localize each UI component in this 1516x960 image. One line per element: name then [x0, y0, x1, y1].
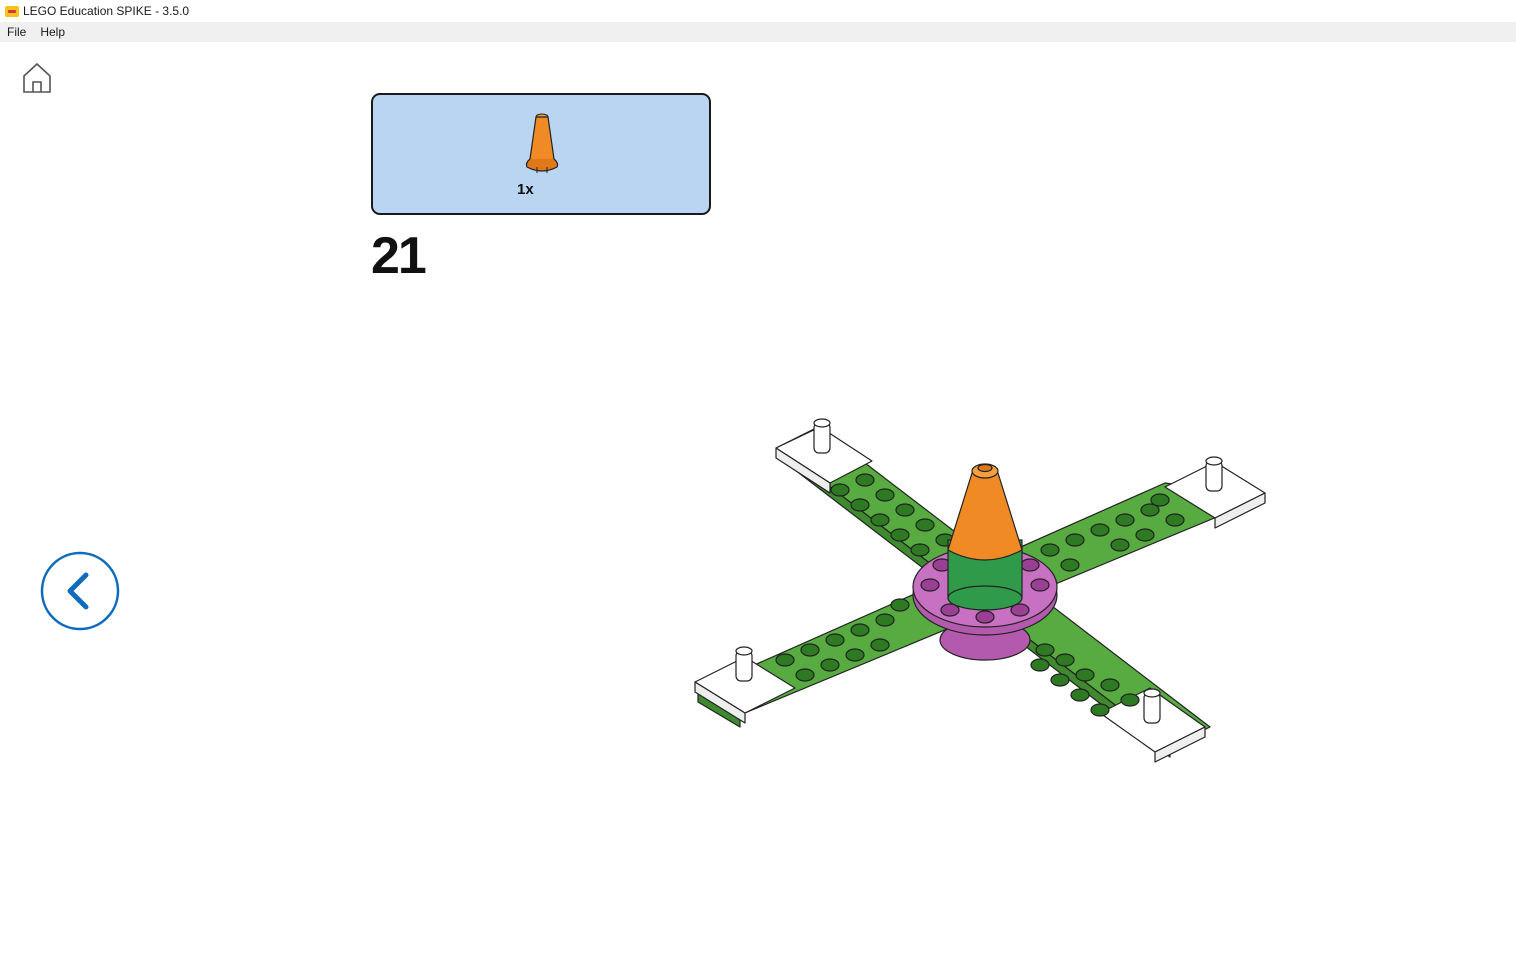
part-quantity: 1x: [517, 181, 534, 198]
home-icon: [23, 62, 51, 93]
menu-file[interactable]: File: [0, 22, 33, 42]
parts-needed-panel: 1x: [371, 93, 711, 215]
window-title: LEGO Education SPIKE - 3.5.0: [23, 4, 190, 18]
menu-bar: File Help: [0, 22, 1516, 42]
orange-cone-part-image: [525, 113, 559, 173]
step-number: 21: [371, 227, 427, 285]
menu-help[interactable]: Help: [33, 22, 72, 42]
build-model-image: [694, 418, 1266, 763]
lego-app-icon: [5, 5, 19, 17]
home-button[interactable]: [22, 62, 52, 94]
previous-step-button[interactable]: [40, 551, 120, 631]
title-bar: LEGO Education SPIKE - 3.5.0: [0, 0, 1516, 22]
chevron-left-icon: [40, 551, 120, 631]
